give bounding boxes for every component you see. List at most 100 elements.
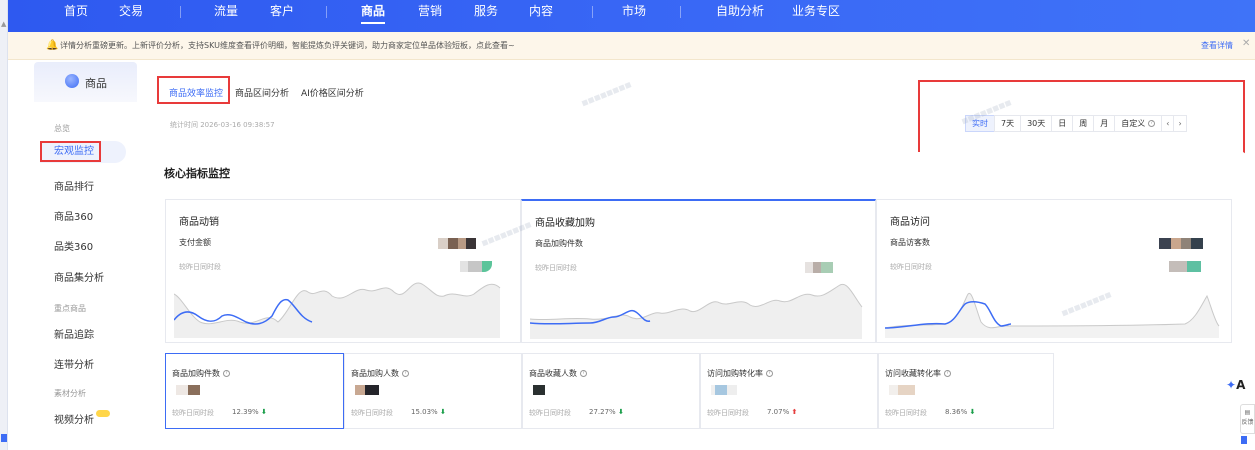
masked-value xyxy=(889,385,915,395)
edge-marker xyxy=(1,434,7,442)
card-metric-label: 商品加购件数 xyxy=(535,239,583,248)
card-title: 商品收藏加购 xyxy=(535,218,595,229)
product-logo-icon xyxy=(65,74,79,88)
masked-value xyxy=(176,385,202,395)
highlight-box-sidebar xyxy=(40,141,101,162)
nav-trade[interactable]: 交易 xyxy=(119,0,143,32)
nav-divider xyxy=(592,6,593,18)
masked-value xyxy=(438,238,476,249)
mini-change-value: 15.03% xyxy=(411,408,438,416)
nav-business-zone[interactable]: 业务专区 xyxy=(792,0,840,32)
mini-title: 访问收藏转化率? xyxy=(885,368,951,379)
card-compare-label: 较昨日同时段 xyxy=(890,263,932,271)
mini-change-value: 7.07% xyxy=(767,408,790,416)
help-icon: ? xyxy=(580,370,587,377)
sidebar-item-category-360[interactable]: 品类360 xyxy=(54,238,93,253)
masked-change xyxy=(460,261,492,272)
sidebar-item-bundle-analysis[interactable]: 连带分析 xyxy=(54,356,94,371)
nav-content[interactable]: 内容 xyxy=(529,0,553,32)
top-nav: 首页 交易 流量 客户 商品 营销 服务 内容 市场 自助分析 业务专区 xyxy=(8,0,1255,32)
metric-card-visits[interactable]: 商品访问 商品访客数 较昨日同时段 xyxy=(876,199,1232,343)
help-icon: ? xyxy=(402,370,409,377)
card-metric-label: 支付金额 xyxy=(179,238,211,247)
sidebar-item-product-360[interactable]: 商品360 xyxy=(54,208,93,223)
mini-change: 8.36% ⬇ xyxy=(945,408,975,416)
arrow-down-icon: ⬇ xyxy=(260,408,267,416)
mini-title-text: 商品加购人数 xyxy=(351,369,399,378)
arrow-down-icon: ⬇ xyxy=(617,408,624,416)
sidebar-group-key-products: 重点商品 xyxy=(54,304,86,313)
card-title: 商品动销 xyxy=(179,217,219,228)
nav-market[interactable]: 市场 xyxy=(622,0,646,32)
sidebar-item-product-rank[interactable]: 商品排行 xyxy=(54,178,94,193)
card-compare-label: 较昨日同时段 xyxy=(535,264,577,272)
mini-compare-label: 较昨日同时段 xyxy=(707,409,749,417)
sidebar-group-overview: 总览 xyxy=(54,124,70,133)
mini-card-cart-items[interactable]: 商品加购件数? 较昨日同时段 12.39% ⬇ xyxy=(165,353,344,429)
sidebar-item-new-tracking[interactable]: 新品追踪 xyxy=(54,326,94,341)
tab-ai-price-analysis[interactable]: AI价格区间分析 xyxy=(301,86,364,99)
mini-change: 27.27% ⬇ xyxy=(589,408,624,416)
ai-assistant-icon: ✦ xyxy=(1226,378,1237,392)
masked-value xyxy=(355,385,381,395)
nav-customer[interactable]: 客户 xyxy=(270,0,294,32)
nav-traffic[interactable]: 流量 xyxy=(214,0,238,32)
window-edge: ▲ xyxy=(0,0,8,450)
mini-change-value: 12.39% xyxy=(232,408,259,416)
section-title: 核心指标监控 xyxy=(164,167,230,180)
metric-card-favorite-cart[interactable]: 商品收藏加购 商品加购件数 较昨日同时段 xyxy=(521,199,876,343)
notice-detail-link[interactable]: 查看详情 xyxy=(1201,40,1233,51)
masked-value xyxy=(1159,238,1203,249)
trend-chart xyxy=(174,282,501,338)
nav-home[interactable]: 首页 xyxy=(64,0,88,32)
nav-divider xyxy=(680,6,681,18)
sidebar-item-video-analysis[interactable]: 视频分析 xyxy=(54,410,110,426)
mini-card-cart-users[interactable]: 商品加购人数? 较昨日同时段 15.03% ⬇ xyxy=(344,353,522,429)
card-metric-label: 商品访客数 xyxy=(890,238,930,247)
nav-product[interactable]: 商品 xyxy=(361,0,386,32)
mini-title: 商品加购件数? xyxy=(172,368,230,379)
tab-range-analysis[interactable]: 商品区间分析 xyxy=(235,86,289,99)
masked-change xyxy=(805,262,833,273)
scroll-up-icon[interactable]: ▲ xyxy=(1,20,6,28)
mini-card-favorite-users[interactable]: 商品收藏人数? 较昨日同时段 27.27% ⬇ xyxy=(522,353,700,429)
mini-title-text: 商品加购件数 xyxy=(172,369,220,378)
nav-marketing[interactable]: 营销 xyxy=(418,0,442,32)
metric-card-sales[interactable]: 商品动销 支付金额 较昨日同时段 xyxy=(165,199,521,343)
sidebar: 商品 总览 宏观监控 商品排行 商品360 品类360 商品集分析 重点商品 新… xyxy=(34,62,137,450)
mini-title: 访问加购转化率? xyxy=(707,368,773,379)
masked-value xyxy=(711,385,737,395)
nav-divider xyxy=(180,6,181,18)
card-compare-label: 较昨日同时段 xyxy=(179,263,221,271)
mini-card-visit-favorite-rate[interactable]: 访问收藏转化率? 较昨日同时段 8.36% ⬇ xyxy=(878,353,1054,429)
mini-card-visit-cart-rate[interactable]: 访问加购转化率? 较昨日同时段 7.07% ⬆ xyxy=(700,353,878,429)
masked-value xyxy=(533,385,559,395)
mini-title-text: 访问收藏转化率 xyxy=(885,369,941,378)
ai-assistant-button[interactable]: ✦A xyxy=(1226,378,1245,392)
mini-title: 商品收藏人数? xyxy=(529,368,587,379)
feedback-tool-button[interactable]: ▤ 反馈 xyxy=(1240,404,1255,434)
mini-change: 15.03% ⬇ xyxy=(411,408,446,416)
mini-compare-label: 较昨日同时段 xyxy=(351,409,393,417)
mini-change-value: 27.27% xyxy=(589,408,616,416)
ai-assistant-label: A xyxy=(1236,378,1246,392)
feedback-icon: ▤ xyxy=(1244,409,1251,416)
arrow-down-icon: ⬇ xyxy=(969,408,976,416)
card-title: 商品访问 xyxy=(890,217,930,228)
feedback-label: 反馈 xyxy=(1241,419,1254,426)
close-icon[interactable]: ✕ xyxy=(1242,38,1250,49)
nav-service[interactable]: 服务 xyxy=(474,0,498,32)
bell-icon: 🔔 xyxy=(46,40,59,51)
nav-self-analysis[interactable]: 自助分析 xyxy=(716,0,764,32)
mini-change: 7.07% ⬆ xyxy=(767,408,797,416)
masked-change xyxy=(1169,261,1201,272)
mini-title-text: 访问加购转化率 xyxy=(707,369,763,378)
help-icon: ? xyxy=(944,370,951,377)
sidebar-item-product-set[interactable]: 商品集分析 xyxy=(54,269,104,284)
sidebar-header: 商品 xyxy=(34,62,137,102)
nav-divider xyxy=(326,6,327,18)
notice-text: 详情分析重磅更新。上新评价分析，支持SKU维度查看评价明细，智能提炼负评关键词，… xyxy=(60,41,515,50)
mini-title-text: 商品收藏人数 xyxy=(529,369,577,378)
trend-chart xyxy=(885,293,1220,338)
edge-marker xyxy=(1241,436,1247,444)
